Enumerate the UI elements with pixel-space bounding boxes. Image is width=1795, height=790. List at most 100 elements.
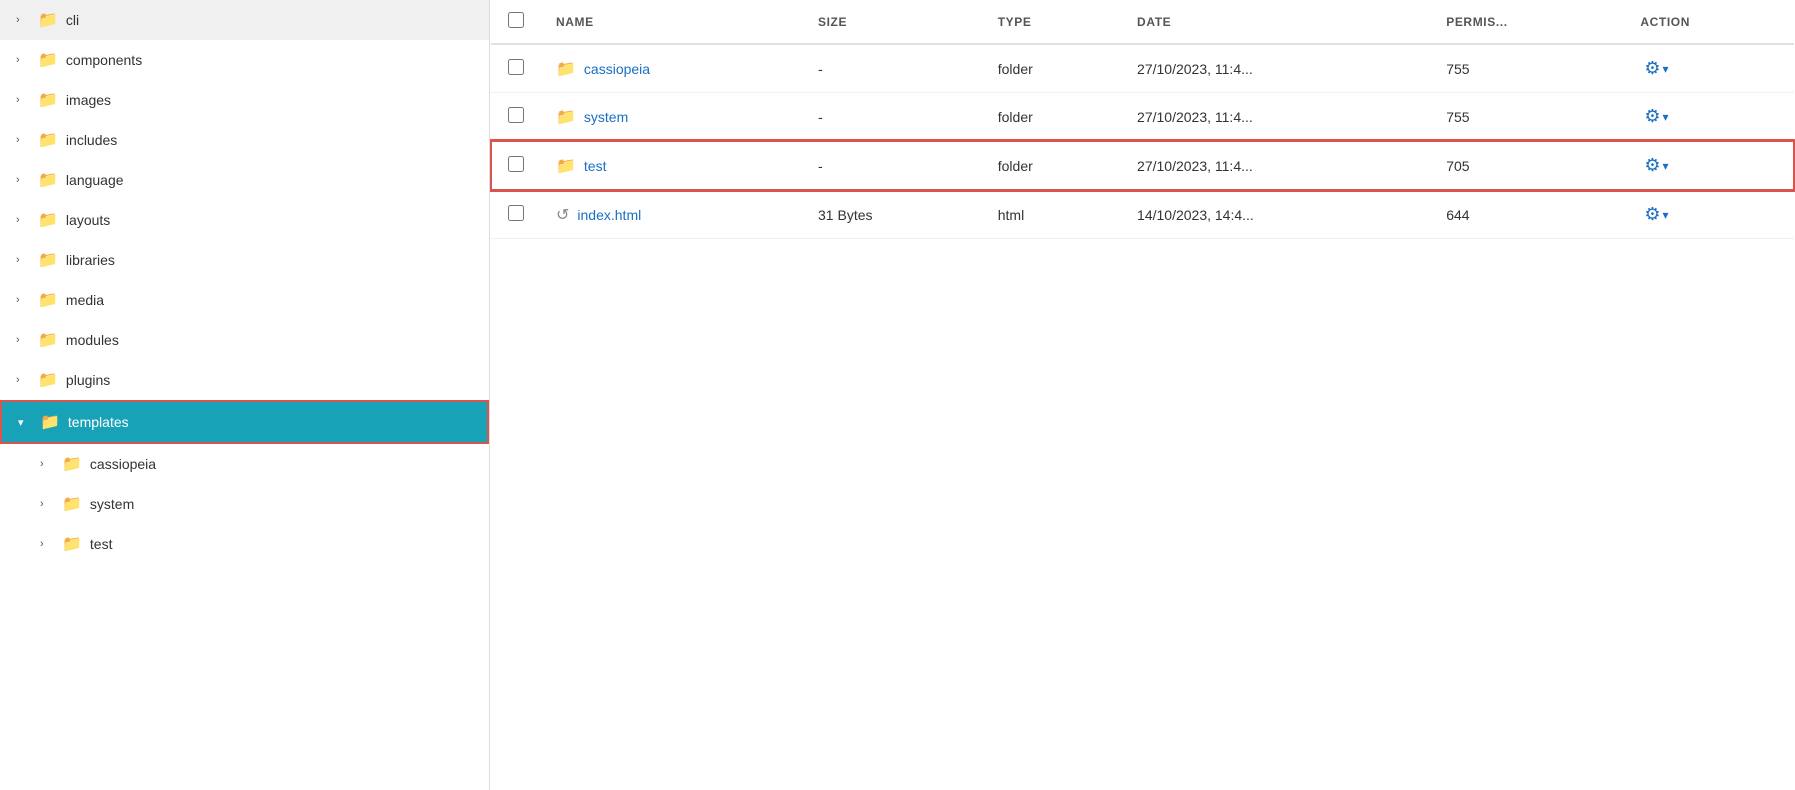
sidebar-item-plugins[interactable]: ›📁plugins: [0, 360, 489, 400]
table-header-row: NAME SIZE TYPE DATE PERMIS... ACTION: [491, 0, 1794, 44]
sidebar-item-layouts[interactable]: › 📁 layouts: [0, 200, 489, 240]
file-name-link[interactable]: cassiopeia: [584, 61, 650, 77]
file-table: NAME SIZE TYPE DATE PERMIS... ACTION 📁 ca…: [490, 0, 1795, 239]
chevron-down-icon: ▾: [18, 416, 34, 429]
folder-icon: 📁: [38, 250, 58, 270]
row-checkbox[interactable]: [508, 107, 524, 123]
folder-icon: 📁: [38, 330, 58, 350]
sidebar-item-label: images: [66, 92, 111, 108]
row-size-cell: -: [802, 44, 982, 93]
header-action: ACTION: [1624, 0, 1794, 44]
row-type-cell: folder: [982, 93, 1121, 142]
action-dropdown-arrow: ▾: [1663, 208, 1669, 222]
row-action-cell: ⚙▾: [1624, 141, 1794, 190]
sidebar-item-label: language: [66, 172, 124, 188]
folder-icon: 📁: [38, 130, 58, 150]
sidebar-item-modules[interactable]: › 📁 modules: [0, 320, 489, 360]
row-name-cell: 📁 system: [540, 93, 802, 142]
sidebar-item-components[interactable]: ›📁components: [0, 40, 489, 80]
folder-icon: 📁: [556, 59, 576, 79]
table-row: 📁cassiopeia-folder27/10/2023, 11:4...755…: [491, 44, 1794, 93]
action-gear-button[interactable]: ⚙▾: [1640, 202, 1672, 227]
action-dropdown-arrow: ▾: [1663, 159, 1669, 173]
sidebar-item-label: includes: [66, 132, 117, 148]
sidebar-item-templates[interactable]: ▾ 📁 templates: [0, 400, 489, 444]
table-body: 📁 cassiopeia -folder27/10/2023, 11:4...755…: [491, 44, 1794, 239]
row-action-cell: ⚙▾: [1624, 44, 1794, 93]
chevron-right-icon: ›: [16, 374, 32, 386]
sidebar-item-label: modules: [66, 332, 119, 348]
row-permissions-cell: 705: [1430, 141, 1624, 190]
header-checkbox-cell: [491, 0, 540, 44]
table-row: ↺index.html31 Byteshtml14/10/2023, 14:4.…: [491, 190, 1794, 239]
table-row: 📁 system -folder27/10/2023, 11:4...755 ⚙▾: [491, 93, 1794, 142]
row-permissions-cell: 644: [1430, 190, 1624, 239]
folder-icon: 📁: [62, 454, 82, 474]
row-name-cell: 📁 test: [540, 141, 802, 190]
row-permissions-cell: 755: [1430, 93, 1624, 142]
chevron-right-icon: ›: [16, 134, 32, 146]
chevron-right-icon: ›: [16, 54, 32, 66]
header-type: TYPE: [982, 0, 1121, 44]
file-name-link[interactable]: system: [584, 109, 628, 125]
row-action-cell: ⚙▾: [1624, 93, 1794, 142]
action-gear-button[interactable]: ⚙▾: [1640, 153, 1672, 178]
action-gear-button[interactable]: ⚙▾: [1640, 56, 1672, 81]
table-row: 📁test-folder27/10/2023, 11:4...705⚙▾: [491, 141, 1794, 190]
chevron-right-icon: ›: [16, 174, 32, 186]
sidebar-item-cassiopeia-child[interactable]: ›📁cassiopeia: [0, 444, 489, 484]
chevron-right-icon: ›: [16, 254, 32, 266]
chevron-right-icon: ›: [16, 294, 32, 306]
sidebar-item-images[interactable]: ›📁images: [0, 80, 489, 120]
folder-icon: 📁: [556, 156, 576, 176]
folder-icon: 📁: [556, 107, 576, 127]
row-date-cell: 27/10/2023, 11:4...: [1121, 44, 1430, 93]
row-size-cell: -: [802, 93, 982, 142]
sidebar-item-label: media: [66, 292, 104, 308]
file-icon: ↺: [556, 205, 569, 225]
row-type-cell: html: [982, 190, 1121, 239]
folder-icon: 📁: [38, 210, 58, 230]
sidebar-item-libraries[interactable]: ›📁libraries: [0, 240, 489, 280]
folder-icon: 📁: [38, 50, 58, 70]
row-checkbox-cell: [491, 141, 540, 190]
row-type-cell: folder: [982, 44, 1121, 93]
sidebar-item-cli[interactable]: ›📁cli: [0, 0, 489, 40]
chevron-right-icon: ›: [16, 334, 32, 346]
row-size-cell: 31 Bytes: [802, 190, 982, 239]
header-permissions: PERMIS...: [1430, 0, 1624, 44]
sidebar-item-language[interactable]: ›📁language: [0, 160, 489, 200]
sidebar-item-label: system: [90, 496, 134, 512]
file-name-link[interactable]: test: [584, 158, 607, 174]
action-dropdown-arrow: ▾: [1663, 62, 1669, 76]
folder-icon: 📁: [38, 370, 58, 390]
action-gear-button[interactable]: ⚙▾: [1640, 104, 1672, 129]
row-checkbox-cell: [491, 44, 540, 93]
sidebar: ›📁cli›📁components›📁images›📁includes›📁lan…: [0, 0, 490, 790]
file-name-link[interactable]: index.html: [577, 207, 641, 223]
row-checkbox[interactable]: [508, 59, 524, 75]
sidebar-item-label: cli: [66, 12, 79, 28]
chevron-right-icon: ›: [40, 498, 56, 510]
chevron-right-icon: ›: [16, 214, 32, 226]
header-size: SIZE: [802, 0, 982, 44]
sidebar-item-media[interactable]: ›📁media: [0, 280, 489, 320]
row-date-cell: 27/10/2023, 11:4...: [1121, 141, 1430, 190]
sidebar-item-label: cassiopeia: [90, 456, 156, 472]
sidebar-item-label: layouts: [66, 212, 110, 228]
row-checkbox[interactable]: [508, 156, 524, 172]
header-date: DATE: [1121, 0, 1430, 44]
folder-icon: 📁: [40, 412, 60, 432]
folder-icon: 📁: [62, 534, 82, 554]
sidebar-item-test-child[interactable]: ›📁test: [0, 524, 489, 564]
sidebar-item-system-child[interactable]: ›📁system: [0, 484, 489, 524]
sidebar-item-label: templates: [68, 414, 129, 430]
select-all-checkbox[interactable]: [508, 12, 524, 28]
row-checkbox[interactable]: [508, 205, 524, 221]
main-content: NAME SIZE TYPE DATE PERMIS... ACTION 📁 ca…: [490, 0, 1795, 790]
row-date-cell: 27/10/2023, 11:4...: [1121, 93, 1430, 142]
sidebar-item-includes[interactable]: › 📁 includes: [0, 120, 489, 160]
row-name-cell: 📁 cassiopeia: [540, 44, 802, 93]
header-name: NAME: [540, 0, 802, 44]
chevron-right-icon: ›: [16, 14, 32, 26]
